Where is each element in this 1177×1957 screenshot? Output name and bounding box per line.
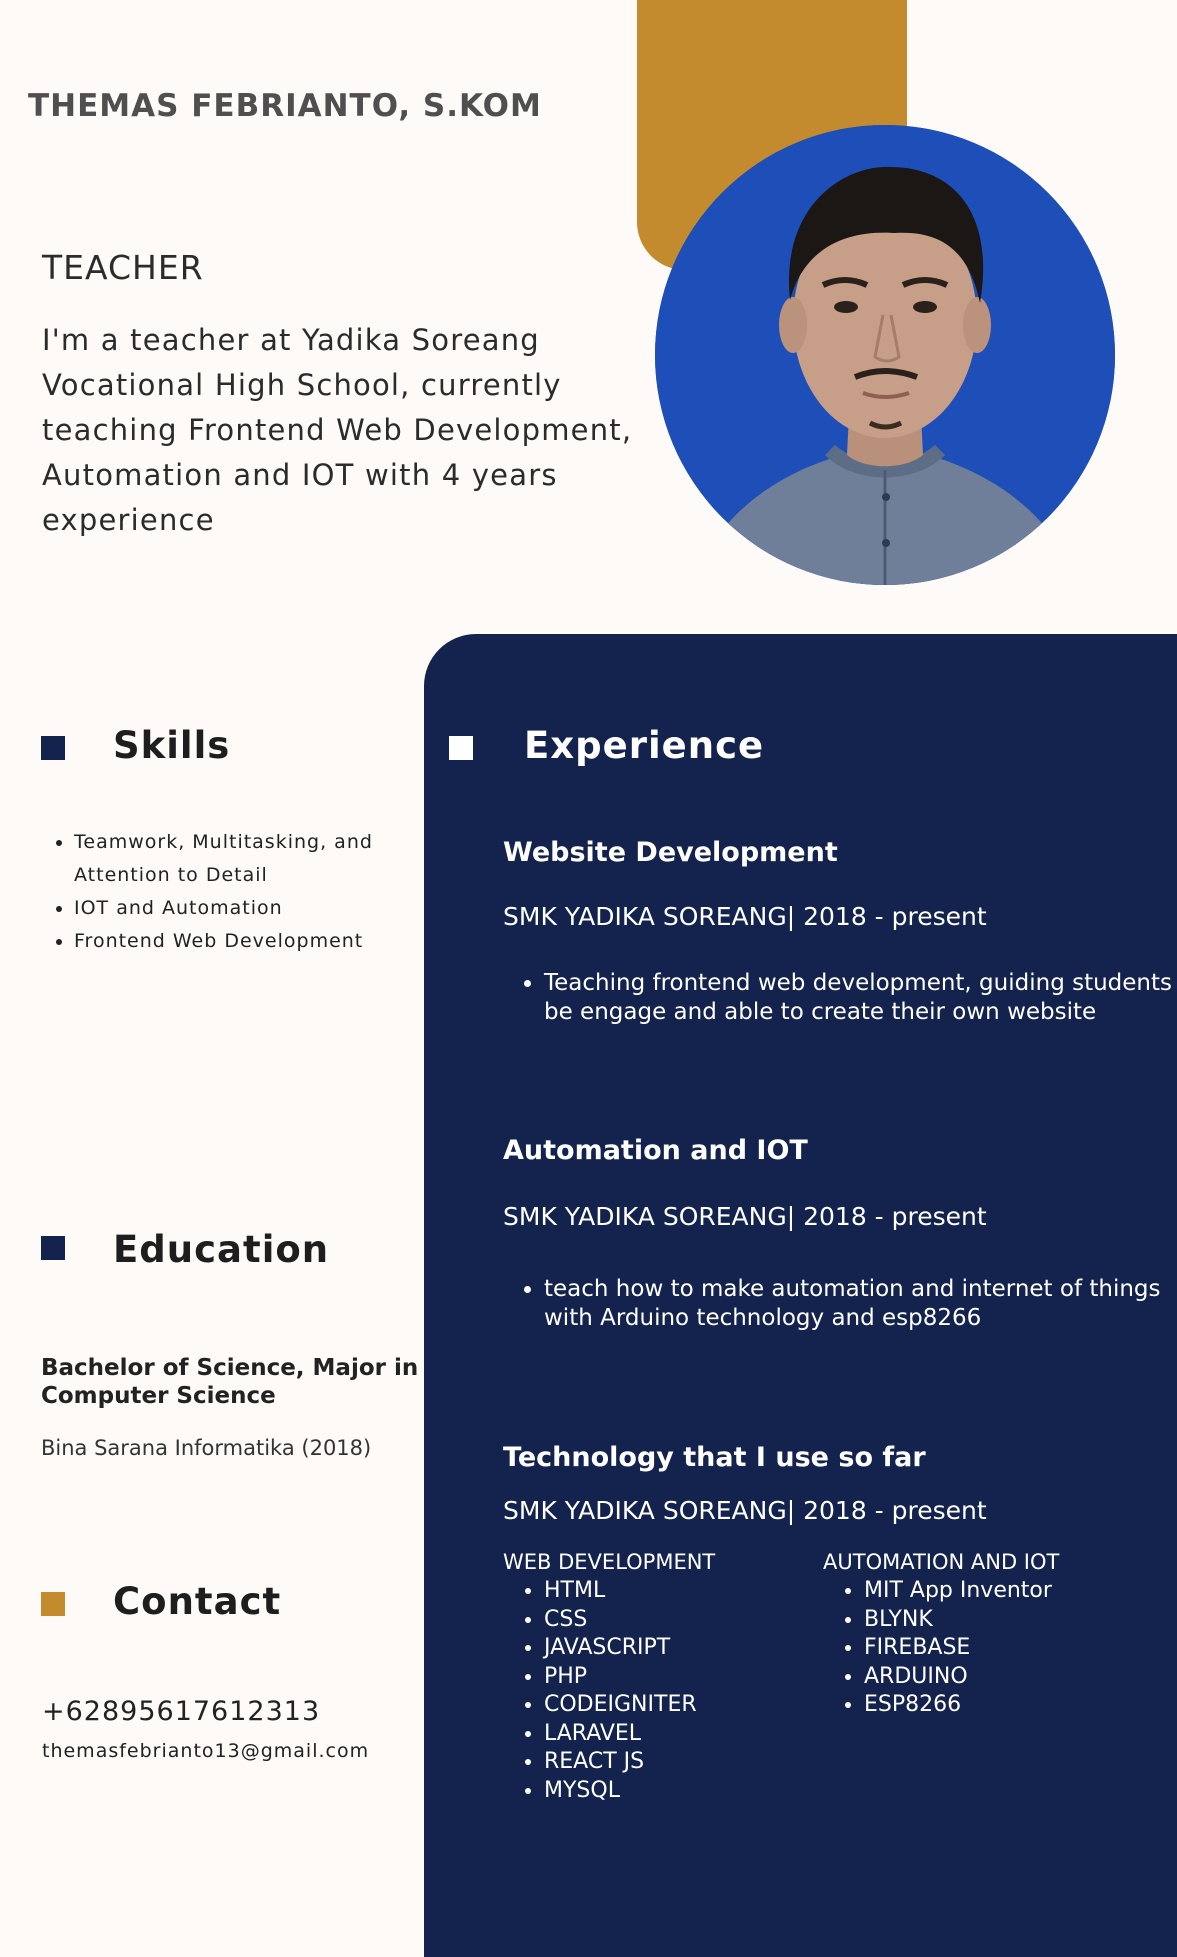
education-school: Bina Sarana Informatika (2018) [41,1436,372,1460]
skills-square-icon [41,736,65,760]
experience-square-icon [449,736,473,760]
education-heading: Education [113,1228,330,1271]
education-square-icon [41,1236,65,1260]
contact-email: themasfebrianto13@gmail.com [42,1740,370,1762]
tech-item: PHP [544,1663,697,1692]
tech-item: ESP8266 [864,1691,1052,1720]
job-title: Automation and IOT [503,1135,808,1166]
profile-photo [655,125,1115,585]
skill-item: IOT and Automation [74,892,414,925]
job-org: SMK YADIKA SOREANG| 2018 - present [503,1202,987,1231]
tech-item: CSS [544,1606,697,1635]
tech-item: FIREBASE [864,1634,1052,1663]
contact-square-icon [41,1592,65,1616]
job-bullets: teach how to make automation and interne… [503,1275,1164,1333]
tech-item: MYSQL [544,1777,697,1806]
automation-iot-heading: AUTOMATION AND IOT [823,1550,1060,1574]
education-degree: Bachelor of Science, Major in Computer S… [41,1355,419,1409]
job-title: Website Development [503,837,838,868]
skills-list: Teamwork, Multitasking, and Attention to… [40,826,414,958]
skill-item: Frontend Web Development [74,925,414,958]
tech-item: LARAVEL [544,1720,697,1749]
job-org: SMK YADIKA SOREANG| 2018 - present [503,902,987,931]
job-bullets: Teaching frontend web development, guidi… [503,969,1177,1027]
job-role: TEACHER [42,248,204,287]
job-bullet: teach how to make automation and interne… [544,1275,1164,1333]
tech-item: ARDUINO [864,1663,1052,1692]
skills-heading: Skills [113,724,231,767]
person-portrait-icon [655,125,1115,585]
tech-item: HTML [544,1577,697,1606]
technology-heading: Technology that I use so far [503,1442,926,1473]
bio-summary: I'm a teacher at Yadika Soreang Vocation… [42,323,633,537]
tech-item: REACT JS [544,1748,697,1777]
experience-heading: Experience [524,724,765,767]
contact-heading: Contact [113,1580,282,1623]
web-development-heading: WEB DEVELOPMENT [503,1550,716,1574]
job-bullet: Teaching frontend web development, guidi… [544,969,1177,1027]
iot-tech-list: MIT App Inventor BLYNK FIREBASE ARDUINO … [823,1577,1052,1720]
tech-item: BLYNK [864,1606,1052,1635]
tech-item: MIT App Inventor [864,1577,1052,1606]
web-tech-list: HTML CSS JAVASCRIPT PHP CODEIGNITER LARA… [503,1577,697,1805]
contact-phone: +62895617612313 [42,1696,321,1727]
skill-item: Teamwork, Multitasking, and Attention to… [74,826,414,892]
technology-org: SMK YADIKA SOREANG| 2018 - present [503,1496,987,1525]
tech-item: CODEIGNITER [544,1691,697,1720]
person-name: THEMAS FEBRIANTO, S.KOM [28,88,542,124]
tech-item: JAVASCRIPT [544,1634,697,1663]
